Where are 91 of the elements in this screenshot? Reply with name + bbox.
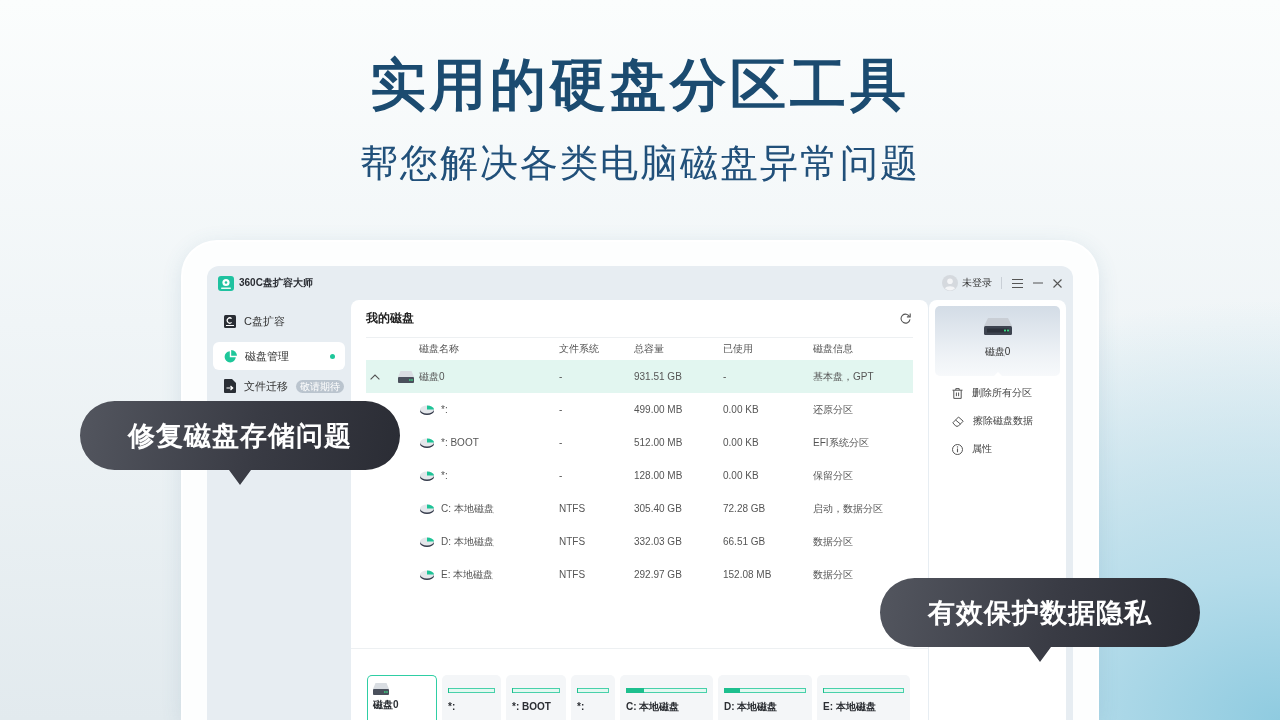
table-cell: 292.97 GB: [634, 569, 682, 580]
drive-c-icon: [224, 314, 236, 328]
column-header: 文件系统: [559, 342, 599, 356]
partition-card[interactable]: *:: [571, 675, 615, 720]
table-cell: D: 本地磁盘: [441, 534, 494, 549]
info-icon: [952, 443, 963, 455]
card-label: *:: [577, 700, 585, 713]
column-header: 总容量: [634, 342, 664, 356]
partition-card[interactable]: *: BOOT: [506, 675, 566, 720]
partition-card[interactable]: D: 本地磁盘: [718, 675, 812, 720]
card-label: C: 本地磁盘: [626, 700, 680, 713]
table-cell: E: 本地磁盘: [441, 567, 494, 582]
action-item[interactable]: 擦除磁盘数据: [935, 407, 1060, 435]
app-logo-icon: [218, 275, 234, 291]
table-cell: -: [559, 470, 563, 481]
table-cell: C: 本地磁盘: [441, 501, 494, 516]
partition-icon: [420, 503, 434, 514]
table-cell: 512.00 MB: [634, 437, 683, 448]
drive-icon: [398, 370, 414, 383]
table-cell: NTFS: [559, 569, 586, 580]
table-cell: 931.51 GB: [634, 371, 682, 382]
partition-icon: [420, 536, 434, 547]
table-cell: 0.00 KB: [723, 437, 759, 448]
partition-card[interactable]: 磁盘0: [367, 675, 437, 720]
eraser-icon: [952, 415, 964, 427]
table-cell: 332.03 GB: [634, 536, 682, 547]
table-cell: 152.08 MB: [723, 569, 772, 580]
table-cell: 0.00 KB: [723, 404, 759, 415]
table-row[interactable]: C: 本地磁盘 NTFS 305.40 GB 72.28 GB 启动，数据分区: [366, 492, 913, 525]
table-cell: *:: [441, 470, 448, 481]
card-label: *:: [448, 700, 456, 713]
table-cell: *:: [441, 404, 448, 415]
table-cell: -: [559, 404, 563, 415]
table-cell: *: BOOT: [441, 437, 479, 448]
table-row[interactable]: D: 本地磁盘 NTFS 332.03 GB 66.51 GB 数据分区: [366, 525, 913, 558]
table-cell: 499.00 MB: [634, 404, 683, 415]
table-cell: 数据分区: [813, 567, 853, 582]
table-cell: -: [559, 437, 563, 448]
table-cell: 保留分区: [813, 468, 853, 483]
table-cell: 66.51 GB: [723, 536, 766, 547]
pie-chart-icon: [224, 349, 237, 363]
table-cell: 数据分区: [813, 534, 853, 549]
column-header: 已使用: [723, 342, 753, 356]
card-label: 磁盘0: [373, 698, 399, 711]
status-dot-icon: [330, 353, 335, 359]
login-link[interactable]: 未登录: [962, 276, 992, 290]
partition-icon: [420, 569, 434, 580]
table-cell: 磁盘0: [419, 369, 445, 384]
column-header: 磁盘名称: [418, 342, 459, 356]
table-cell: EFI系统分区: [813, 435, 869, 450]
partition-icon: [420, 404, 434, 415]
sidebar-item[interactable]: C盘扩容: [213, 307, 345, 335]
card-label: E: 本地磁盘: [823, 700, 876, 713]
table-cell: -: [723, 371, 727, 382]
refresh-icon[interactable]: [900, 313, 911, 324]
table-row[interactable]: 磁盘0 - 931.51 GB - 基本盘，GPT: [366, 360, 913, 393]
app-title: 360C盘扩容大师: [239, 276, 313, 290]
headline-subtitle: 帮您解决各类电脑磁盘异常问题: [360, 141, 920, 186]
table-cell: 还原分区: [813, 402, 853, 417]
drive-icon: [983, 318, 1012, 335]
file-arrow-icon: [224, 379, 236, 393]
table-cell: -: [559, 371, 563, 382]
column-header: 磁盘信息: [813, 342, 853, 356]
table-cell: 启动，数据分区: [813, 501, 883, 516]
sidebar-item[interactable]: 磁盘管理: [213, 342, 345, 370]
table-cell: 72.28 GB: [723, 503, 766, 514]
card-label: *: BOOT: [512, 700, 551, 713]
trash-icon: [952, 387, 963, 399]
table-cell: 128.00 MB: [634, 470, 683, 481]
menu-icon[interactable]: [1012, 278, 1023, 288]
headline-title: 实用的硬盘分区工具: [370, 53, 910, 117]
table-cell: NTFS: [559, 503, 586, 514]
status-tag: 敬请期待: [296, 379, 344, 393]
partition-icon: [420, 437, 434, 448]
partition-card[interactable]: C: 本地磁盘: [620, 675, 713, 720]
action-item[interactable]: 删除所有分区: [935, 379, 1060, 407]
action-item[interactable]: 属性: [935, 435, 1060, 463]
table-cell: 0.00 KB: [723, 470, 759, 481]
sidebar-item[interactable]: 文件迁移 敬请期待: [213, 372, 345, 400]
partition-icon: [420, 470, 434, 481]
table-cell: NTFS: [559, 536, 586, 547]
close-icon[interactable]: [1053, 278, 1062, 288]
table-cell: 基本盘，GPT: [813, 369, 874, 384]
table-cell: 305.40 GB: [634, 503, 682, 514]
panel-title: 我的磁盘: [366, 310, 414, 327]
chevron-icon[interactable]: [370, 373, 380, 380]
drive-icon: [373, 683, 389, 695]
partition-card[interactable]: *:: [442, 675, 501, 720]
card-label: D: 本地磁盘: [724, 700, 778, 713]
summary-label: 磁盘0: [984, 345, 1011, 359]
partition-card[interactable]: E: 本地磁盘: [817, 675, 910, 720]
